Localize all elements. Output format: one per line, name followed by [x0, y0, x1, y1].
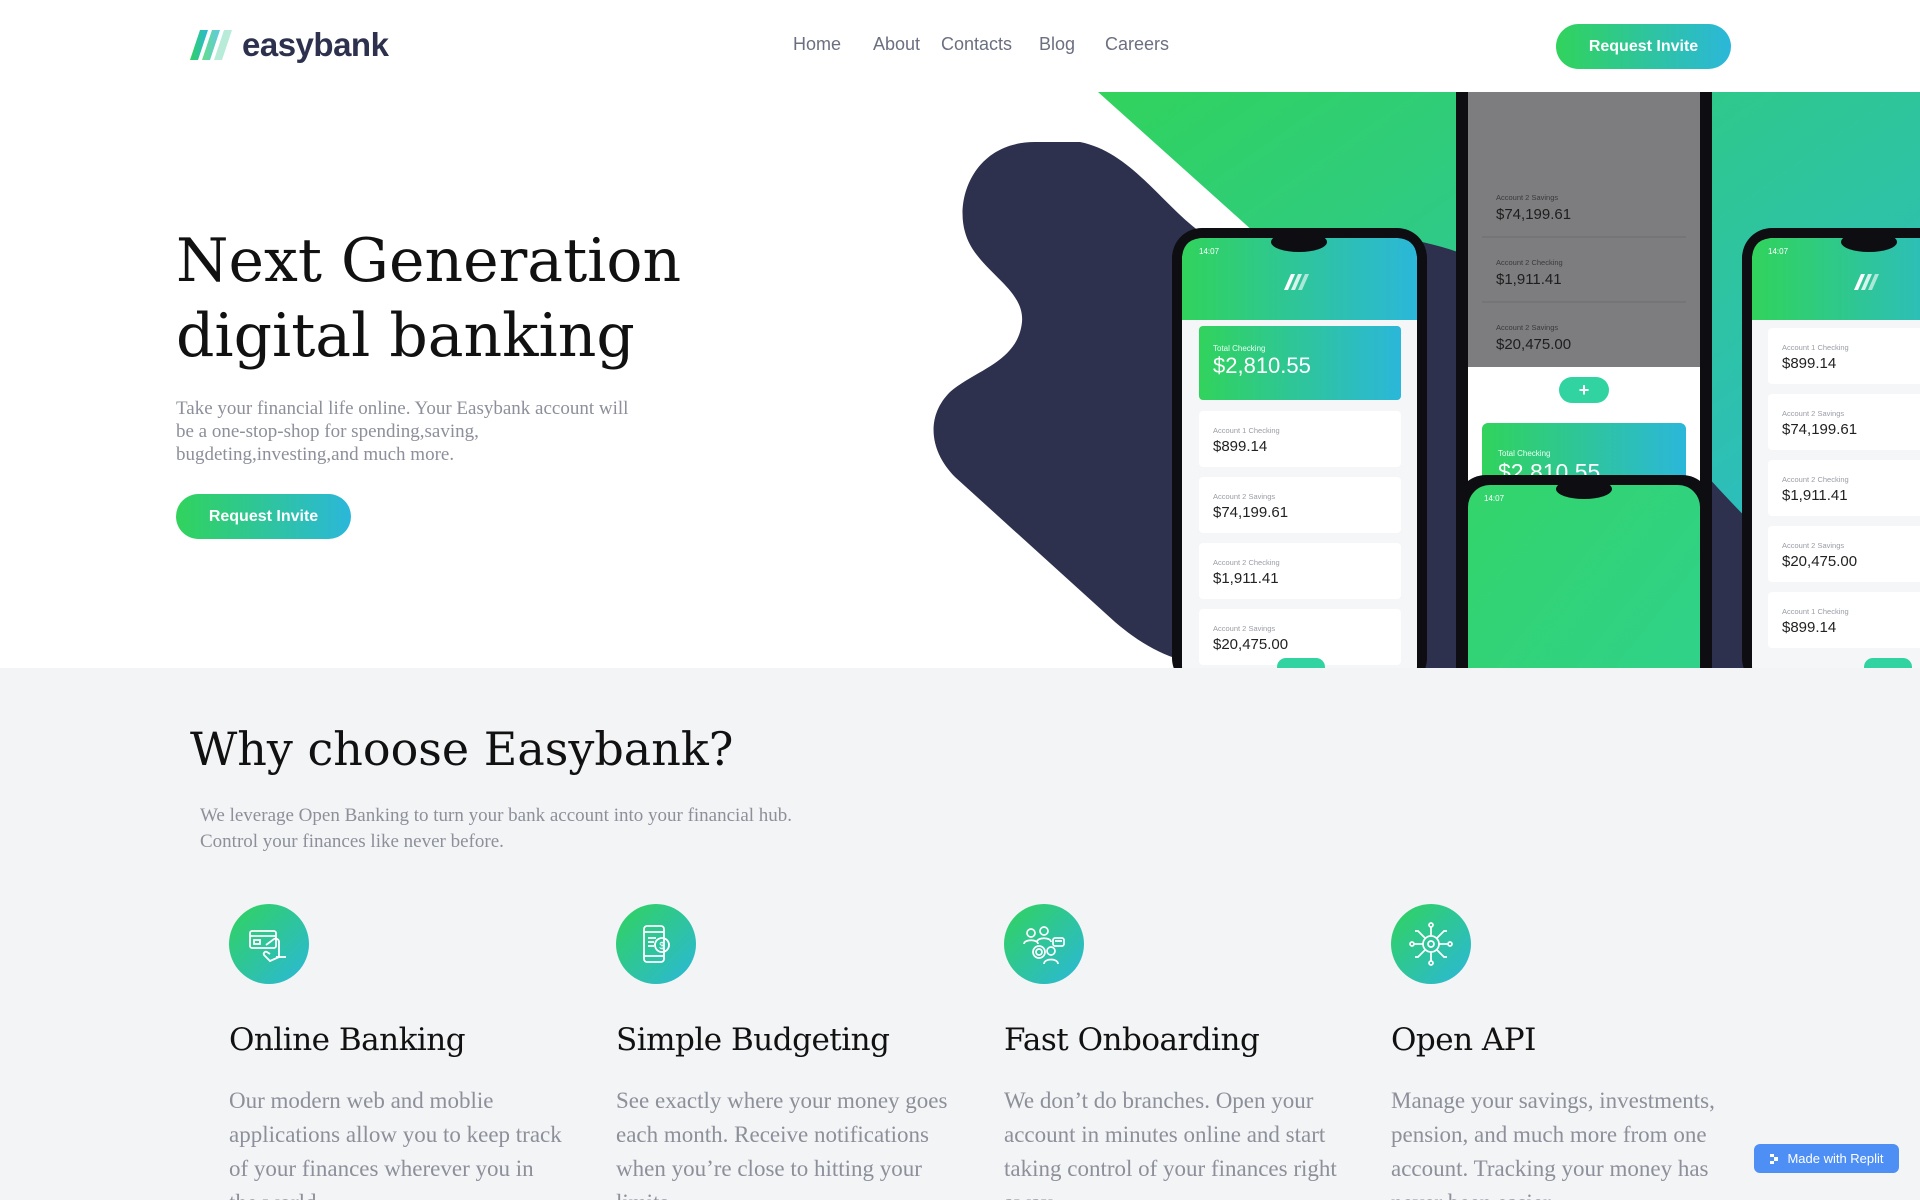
svg-text:$1,911.41: $1,911.41 [1782, 487, 1848, 504]
replit-badge-label: Made with Replit [1787, 1151, 1884, 1166]
why-description: We leverage Open Banking to turn your ba… [200, 803, 900, 855]
svg-text:Account 1 Checking: Account 1 Checking [1782, 343, 1849, 352]
why-title: Why choose Easybank? [190, 722, 734, 776]
svg-text:$2,810.55: $2,810.55 [1213, 353, 1311, 378]
hero-description: Take your financial life online. Your Ea… [176, 398, 629, 465]
phone-4-time: 14:07 [1768, 247, 1789, 256]
feature-fast-onboarding: Fast Onboarding We don’t do branches. Op… [1004, 904, 1344, 1200]
phone-1: 14:07 Total Checking $2,810.55 Account 1… [1172, 228, 1427, 668]
hero-title: Next Generation digital banking [176, 224, 736, 374]
svg-text:Account 2 Savings: Account 2 Savings [1782, 409, 1844, 418]
svg-text:Account 2 Savings: Account 2 Savings [1213, 624, 1275, 633]
svg-text:Account 1 Checking: Account 1 Checking [1782, 607, 1849, 616]
nav-link-careers[interactable]: Careers [1105, 34, 1169, 55]
svg-text:$74,199.61: $74,199.61 [1213, 504, 1288, 521]
online-banking-icon [229, 904, 309, 984]
top-nav: easybank Home About Contacts Blog Career… [0, 0, 1920, 92]
svg-text:$20,475.00: $20,475.00 [1782, 553, 1857, 570]
feature-title-online-banking: Online Banking [229, 1022, 466, 1058]
nav-link-home[interactable]: Home [793, 34, 841, 55]
hero-request-invite-button[interactable]: Request Invite [176, 494, 351, 539]
svg-text:$899.14: $899.14 [1782, 619, 1836, 636]
feature-desc-fast-onboarding: We don’t do branches. Open your account … [1004, 1088, 1337, 1200]
svg-text:$20,475.00: $20,475.00 [1496, 336, 1571, 353]
nav-link-blog[interactable]: Blog [1039, 34, 1075, 55]
feature-title-open-api: Open API [1391, 1022, 1536, 1058]
hero-illustration: 14:07 Total Checking $2,810.55 Account 1… [933, 92, 1920, 668]
made-with-replit-badge[interactable]: Made with Replit [1754, 1144, 1899, 1173]
svg-text:$899.14: $899.14 [1782, 355, 1836, 372]
budgeting-icon: $ [616, 904, 696, 984]
why-section: Why choose Easybank? We leverage Open Ba… [0, 668, 1920, 1200]
hero-section: 14:07 Total Checking $2,810.55 Account 1… [0, 92, 1920, 668]
replit-icon [1770, 1153, 1779, 1164]
svg-text:$899.14: $899.14 [1213, 438, 1267, 455]
feature-open-api: Open API Manage your savings, investment… [1391, 904, 1731, 1200]
svg-text:Total Checking: Total Checking [1213, 344, 1265, 353]
svg-text:+: + [1579, 380, 1590, 400]
svg-text:Total Checking: Total Checking [1498, 449, 1550, 458]
svg-text:$: $ [659, 941, 665, 952]
svg-text:Account 2 Checking: Account 2 Checking [1496, 258, 1563, 267]
feature-desc-simple-budgeting: See exactly where your money goes each m… [616, 1088, 948, 1200]
hero-title-line-1: Next Generation [176, 226, 682, 296]
svg-text:Account 2 Savings: Account 2 Savings [1496, 193, 1558, 202]
svg-text:Account 1 Checking: Account 1 Checking [1213, 426, 1280, 435]
svg-text:Account 2 Savings: Account 2 Savings [1496, 323, 1558, 332]
svg-text:Account 2 Savings: Account 2 Savings [1213, 492, 1275, 501]
svg-text:$1,911.41: $1,911.41 [1213, 570, 1279, 587]
nav-request-invite-button[interactable]: Request Invite [1556, 24, 1731, 69]
phone-2: Account 2 Savings $74,199.61 Account 2 C… [1456, 92, 1712, 537]
svg-text:$74,199.61: $74,199.61 [1496, 206, 1571, 223]
nav-link-contacts[interactable]: Contacts [941, 34, 1012, 55]
phone-3-time: 14:07 [1484, 494, 1505, 503]
why-description-line-1: We leverage Open Banking to turn your ba… [200, 805, 793, 826]
onboarding-icon [1004, 904, 1084, 984]
svg-text:$20,475.00: $20,475.00 [1213, 636, 1288, 653]
api-icon [1391, 904, 1471, 984]
feature-desc-online-banking: Our modern web and moblie applications a… [229, 1088, 562, 1200]
phone-1-time: 14:07 [1199, 247, 1220, 256]
feature-desc-open-api: Manage your savings, investments, pensio… [1391, 1088, 1715, 1200]
feature-title-fast-onboarding: Fast Onboarding [1004, 1022, 1260, 1058]
feature-simple-budgeting: $ Simple Budgeting See exactly where you… [616, 904, 956, 1200]
svg-text:$74,199.61: $74,199.61 [1782, 421, 1857, 438]
svg-text:Account 2 Checking: Account 2 Checking [1782, 475, 1849, 484]
svg-text:Account 2 Savings: Account 2 Savings [1782, 541, 1844, 550]
nav-link-about[interactable]: About [873, 34, 920, 55]
phone-4: 14:07 Account 1 Checking $899.14 Account… [1742, 228, 1920, 668]
feature-online-banking: Online Banking Our modern web and moblie… [229, 904, 569, 1200]
why-description-line-2: Control your finances like never before. [200, 831, 504, 852]
phone-3: 14:07 [1456, 475, 1712, 668]
svg-text:$1,911.41: $1,911.41 [1496, 271, 1562, 288]
feature-title-simple-budgeting: Simple Budgeting [616, 1022, 890, 1058]
hero-title-line-2: digital banking [176, 301, 635, 371]
svg-text:Account 2 Checking: Account 2 Checking [1213, 558, 1280, 567]
